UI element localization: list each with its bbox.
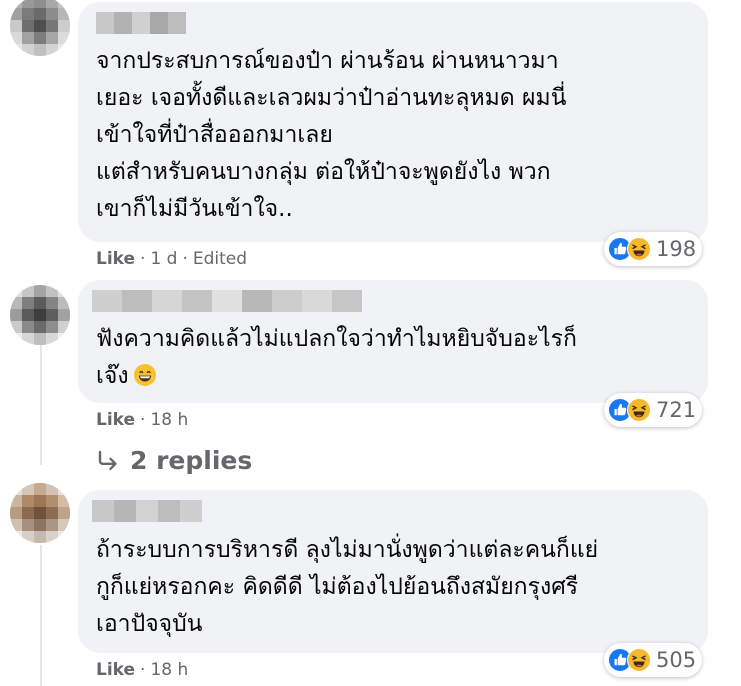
reaction-count: 505 bbox=[656, 648, 697, 672]
timestamp[interactable]: 1 d bbox=[150, 249, 177, 269]
separator-dot: · bbox=[140, 249, 146, 269]
thread-line bbox=[40, 545, 42, 686]
comment-text-body: ฟังความคิดแล้วไม่แปลกใจว่าทำไมหยิบจับอะไ… bbox=[96, 326, 577, 389]
comment-meta: Like · 18 h bbox=[96, 660, 188, 680]
comment-meta: Like · 18 h bbox=[96, 410, 188, 430]
comment-author[interactable] bbox=[96, 12, 186, 34]
avatar[interactable] bbox=[10, 483, 70, 543]
reaction-summary[interactable]: 505 bbox=[604, 643, 702, 677]
comment-author[interactable] bbox=[92, 500, 202, 522]
reaction-count: 198 bbox=[656, 237, 697, 261]
replies-label[interactable]: 2 replies bbox=[130, 446, 252, 475]
reaction-summary[interactable]: 198 bbox=[604, 232, 702, 266]
separator-dot: · bbox=[140, 660, 146, 680]
comment-text: จากประสบการณ์ของป๋า ผ่านร้อน ผ่านหนาวมา … bbox=[96, 48, 567, 222]
edited-label: Edited bbox=[192, 249, 248, 269]
comment-text: ฟังความคิดแล้วไม่แปลกใจว่าทำไมหยิบจับอะไ… bbox=[96, 321, 696, 399]
like-link[interactable]: Like bbox=[96, 410, 135, 430]
like-link[interactable]: Like bbox=[96, 249, 135, 269]
comment-author[interactable] bbox=[92, 290, 362, 312]
comments-section: จากประสบการณ์ของป๋า ผ่านร้อน ผ่านหนาวมา … bbox=[0, 0, 741, 686]
avatar[interactable] bbox=[10, 0, 70, 56]
avatar[interactable] bbox=[10, 285, 70, 345]
separator-dot: · bbox=[140, 410, 146, 430]
timestamp[interactable]: 18 h bbox=[150, 660, 188, 680]
view-replies-link[interactable]: 2 replies bbox=[96, 446, 252, 475]
haha-emoji-icon bbox=[627, 237, 651, 261]
grinning-emoji-icon bbox=[133, 362, 157, 399]
haha-emoji-icon bbox=[627, 648, 651, 672]
comment-meta: Like · 1 d · Edited bbox=[96, 249, 247, 269]
reply-arrow-icon bbox=[98, 450, 117, 470]
like-link[interactable]: Like bbox=[96, 660, 135, 680]
reaction-count: 721 bbox=[656, 398, 697, 422]
comment-text: ถ้าระบบการบริหารดี ลุงไม่มานั่งพูดว่าแต่… bbox=[96, 537, 599, 637]
separator-dot: · bbox=[182, 249, 188, 269]
timestamp[interactable]: 18 h bbox=[150, 410, 188, 430]
haha-emoji-icon bbox=[627, 398, 651, 422]
reaction-summary[interactable]: 721 bbox=[604, 393, 702, 427]
